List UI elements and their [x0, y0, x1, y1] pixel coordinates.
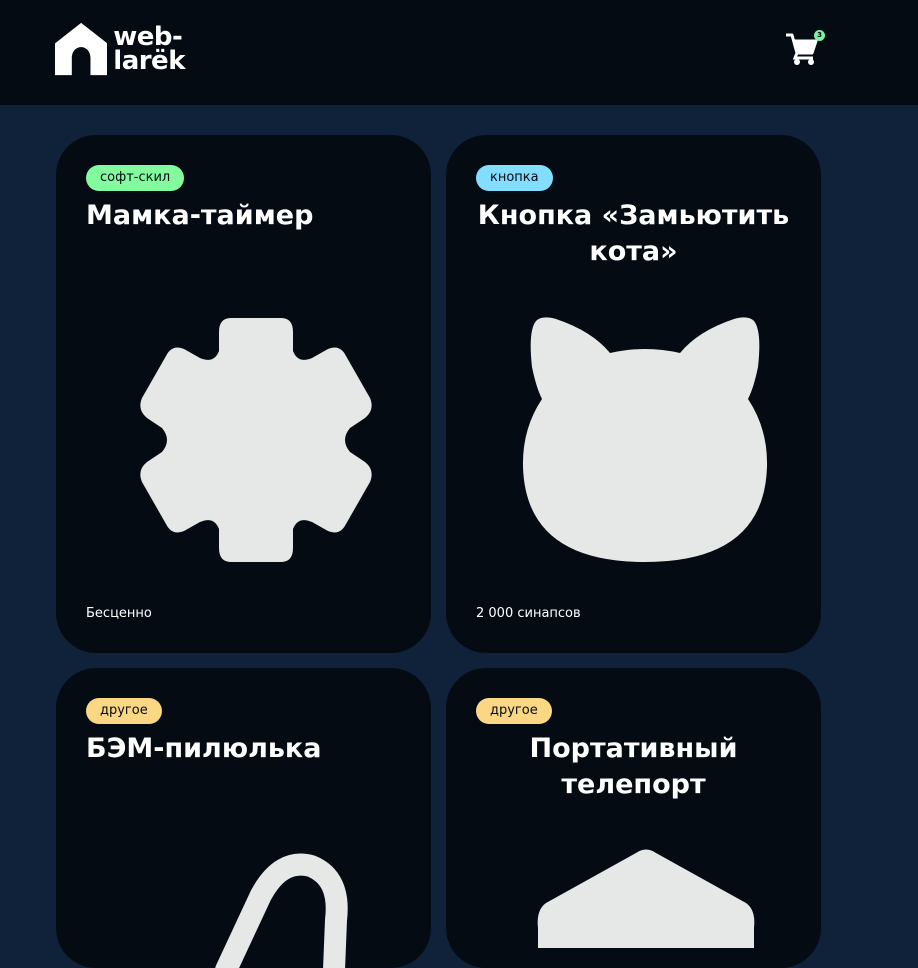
card-title: БЭМ-пилюлька [86, 733, 322, 764]
logo-link[interactable]: web- larëk [55, 20, 185, 78]
site-header: web- larëk 3 [0, 0, 918, 105]
card-title: Мамка-таймер [86, 200, 314, 231]
cart-button[interactable]: 3 [785, 30, 825, 68]
house-icon [537, 849, 755, 948]
card-title: Портативный телепорт [529, 733, 738, 800]
cart-counter: 3 [814, 30, 825, 41]
cat-head-icon [522, 317, 768, 562]
product-card[interactable]: кнопка Кнопка «Замьютить кота» 2 000 син… [446, 135, 821, 653]
product-card[interactable]: другое БЭМ-пилюлька [56, 668, 431, 968]
card-title: Кнопка «Замьютить кота» [477, 200, 790, 267]
card-category: кнопка [476, 165, 553, 191]
logo-line-2: larëk [113, 46, 185, 76]
card-category: другое [476, 698, 552, 724]
card-price: 2 000 синапсов [476, 606, 581, 621]
pill-icon [215, 853, 348, 968]
product-card[interactable]: другое Портативный телепорт [446, 668, 821, 968]
card-category: софт-скил [86, 165, 185, 191]
product-card[interactable]: софт-скил Мамка-таймер Бесценно [56, 135, 431, 653]
gear-icon [140, 318, 372, 562]
card-category: другое [86, 698, 162, 724]
card-price: Бесценно [86, 606, 152, 621]
logo-house-icon [55, 22, 108, 76]
logo-text: web- larëk [113, 24, 185, 76]
